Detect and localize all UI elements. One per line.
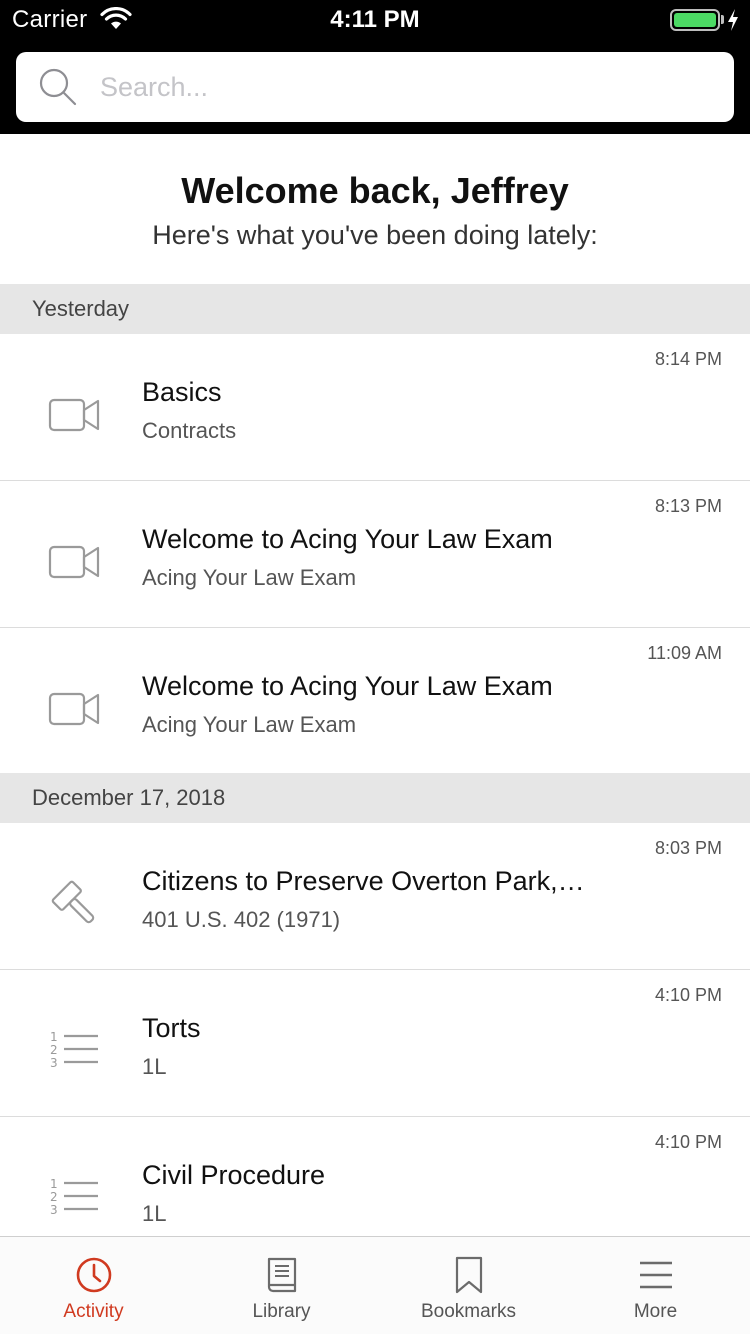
svg-text:2: 2 [50,1190,58,1204]
tab-bar: Activity Library Bookmarks More [0,1236,750,1334]
welcome-subtitle: Here's what you've been doing lately: [152,220,598,250]
activity-title: Basics [142,377,222,407]
tab-activity[interactable]: Activity [0,1237,187,1334]
tab-bookmarks[interactable]: Bookmarks [375,1237,562,1334]
book-icon [267,1257,297,1293]
tab-more[interactable]: More [562,1237,749,1334]
activity-subtitle: Contracts [142,418,237,443]
search-bar[interactable] [16,52,734,122]
activity-row[interactable]: 8:13 PM Welcome to Acing Your Law Exam A… [0,481,750,628]
tab-label: Library [252,1301,311,1322]
status-bar: Carrier 4:11 PM [0,0,750,40]
svg-text:3: 3 [50,1203,58,1217]
activity-title: Civil Procedure [142,1160,326,1190]
activity-title: Citizens to Preserve Overton Park,… [142,866,585,896]
gavel-icon [51,880,95,924]
activity-subtitle: 1L [142,1054,167,1079]
svg-text:1: 1 [50,1177,58,1191]
activity-subtitle: Acing Your Law Exam [142,565,357,590]
activity-title: Welcome to Acing Your Law Exam [142,524,553,554]
tab-label: Activity [63,1301,124,1322]
svg-text:1: 1 [50,1030,58,1044]
activity-time: 11:09 AM [647,643,722,663]
activity-row[interactable]: 8:14 PM Basics Contracts [0,334,750,481]
activity-time: 8:03 PM [654,838,722,858]
video-icon [48,692,100,726]
welcome-title: Welcome back, Jeffrey [181,170,569,211]
tab-label: More [633,1301,678,1322]
search-icon [39,68,77,106]
activity-time: 4:10 PM [654,985,722,1005]
svg-text:2: 2 [50,1043,58,1057]
search-input[interactable] [100,65,700,109]
section-label: December 17, 2018 [32,785,226,810]
activity-subtitle: Acing Your Law Exam [142,712,357,737]
tab-library[interactable]: Library [188,1237,375,1334]
tab-label: Bookmarks [420,1301,517,1322]
menu-icon [640,1261,672,1289]
section-header: Yesterday [0,284,750,334]
activity-time: 8:13 PM [654,496,722,516]
svg-text:3: 3 [50,1056,58,1070]
bookmark-icon [455,1256,483,1294]
numbered-list-icon: 1 2 3 [50,1030,98,1070]
activity-row[interactable]: 8:03 PM Citizens to Preserve Overton Par… [0,823,750,970]
battery-tip [721,15,724,24]
bolt-icon [728,9,738,31]
header-bar: Carrier 4:11 PM [0,0,750,134]
activity-subtitle: 1L [142,1201,167,1226]
numbered-list-icon: 1 2 3 [50,1177,98,1217]
video-icon [48,545,100,579]
section-label: Yesterday [32,296,130,321]
status-time: 4:11 PM [330,6,420,33]
clock-icon [76,1257,112,1293]
activity-title: Welcome to Acing Your Law Exam [142,671,553,701]
activity-row[interactable]: 1 2 3 4:10 PM Torts 1L [0,970,750,1117]
section-header: December 17, 2018 [0,773,750,823]
activity-time: 8:14 PM [654,349,722,369]
activity-time: 4:10 PM [654,1132,722,1152]
video-icon [48,398,100,432]
activity-title: Torts [142,1013,201,1043]
activity-row[interactable]: 11:09 AM Welcome to Acing Your Law Exam … [0,628,750,775]
activity-subtitle: 401 U.S. 402 (1971) [142,907,341,932]
battery-icon [670,9,720,31]
welcome-section: Welcome back, Jeffrey Here's what you've… [0,134,750,284]
